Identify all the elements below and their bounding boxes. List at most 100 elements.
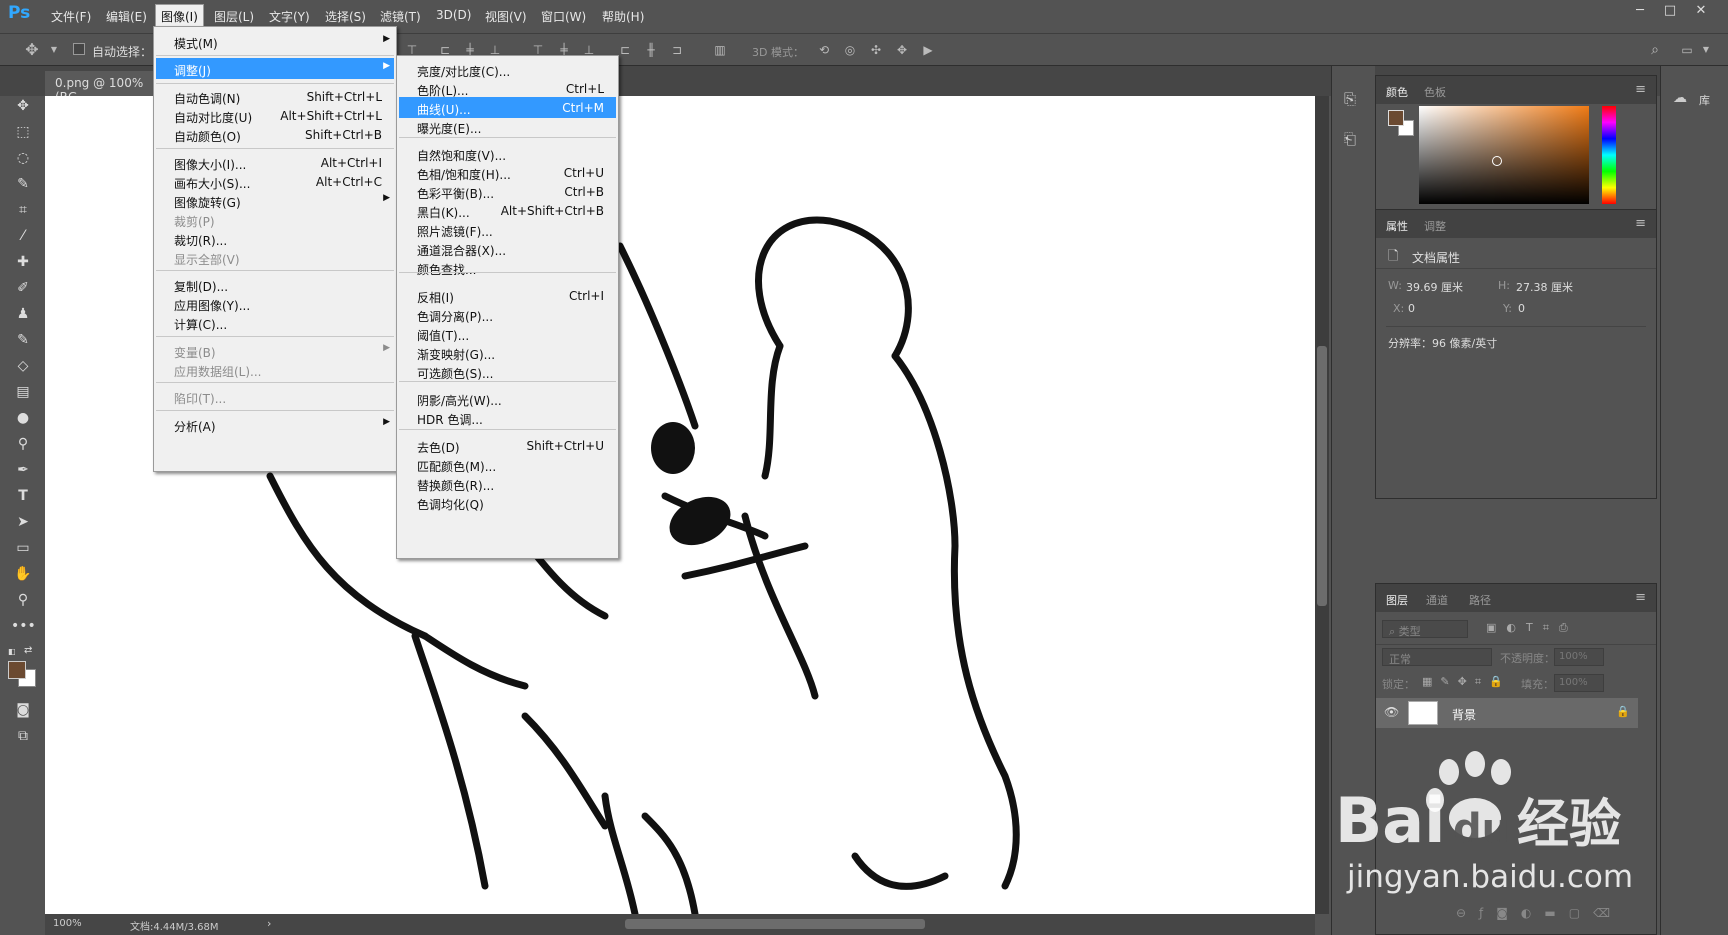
blur-icon[interactable]: ● [11,407,35,429]
adjust-menu-item[interactable]: 色彩平衡(B)... Ctrl+B [399,181,616,202]
adjust-menu-item[interactable]: 色调分离(P)... [399,304,616,325]
gradient-icon[interactable]: ▤ [11,381,35,403]
adjust-menu-item[interactable]: 通道混合器(X)... [399,238,616,259]
adjust-menu-item[interactable]: 替换颜色(R)... [399,473,616,494]
3d-rotate-icon[interactable]: ⟲ [816,42,832,58]
tab-swatches[interactable]: 色板 [1424,84,1446,100]
adjust-menu-item[interactable]: 色调均化(Q) [399,492,616,513]
image-menu-item[interactable]: 应用图像(Y)... [156,293,394,314]
x-value[interactable]: 0 [1408,302,1415,315]
image-menu-item[interactable]: 自动颜色(O) Shift+Ctrl+B [156,124,394,145]
opacity-input[interactable]: 100% [1554,648,1604,666]
adjust-menu-item[interactable]: 色相/饱和度(H)... Ctrl+U [399,162,616,183]
distribute-right-icon[interactable]: ⊐ [669,42,685,58]
tab-adjustments[interactable]: 调整 [1424,218,1446,234]
adjust-menu-item[interactable]: 阈值(T)... [399,323,616,344]
image-menu-item[interactable]: 模式(M) ▶ [156,31,394,52]
adjust-menu-item[interactable]: 去色(D) Shift+Ctrl+U [399,435,616,456]
zoom-level[interactable]: 100% [53,918,82,929]
eyedropper-icon[interactable]: ⁄ [11,225,35,247]
foreground-color-swatch[interactable] [8,661,26,679]
fg-swatch[interactable] [1388,110,1404,126]
menu-image[interactable]: 图像(I) [155,4,204,28]
panel-menu-icon[interactable]: ≡ [1635,216,1646,231]
type-icon[interactable]: T [11,485,35,507]
3d-roll-icon[interactable]: ◎ [842,42,858,58]
menu-type[interactable]: 文字(Y) [269,8,310,25]
adjust-menu-item[interactable]: HDR 色调... [399,407,616,428]
magic-wand-icon[interactable]: ✎ [11,173,35,195]
workspace-chevron-icon[interactable]: ▼ [1698,42,1714,58]
menu-select[interactable]: 选择(S) [325,8,366,25]
color-field[interactable] [1419,106,1589,204]
move-icon[interactable]: ✥ [11,95,35,117]
adjust-menu-item[interactable]: 亮度/对比度(C)... [399,59,616,80]
visibility-eye-icon[interactable]: 👁 [1384,705,1399,719]
adjust-menu-item[interactable]: 反相(I) Ctrl+I [399,285,616,306]
adjust-menu-item[interactable]: 阴影/高光(W)... [399,388,616,409]
image-menu-item[interactable]: 图像大小(I)... Alt+Ctrl+I [156,152,394,173]
adjust-menu-item[interactable]: 自然饱和度(V)... [399,143,616,164]
zoom-icon[interactable]: ⚲ [11,589,35,611]
menu-file[interactable]: 文件(F) [51,8,91,25]
3d-camera-icon[interactable]: ▶ [920,42,936,58]
layer-actions-icons[interactable]: ⊖ƒ◙◐▬▢⌫ [1456,906,1623,920]
distribute-hcenter-icon[interactable]: ╫ [643,42,659,58]
menu-3d[interactable]: 3D(D) [436,8,471,22]
tab-properties[interactable]: 属性 [1386,218,1408,234]
minimize-button[interactable]: ─ [1627,3,1653,21]
vertical-scroll-thumb[interactable] [1317,346,1327,606]
adjust-menu-item[interactable]: 渐变映射(G)... [399,342,616,363]
image-menu-item[interactable]: 画布大小(S)... Alt+Ctrl+C [156,171,394,192]
clone-stamp-icon[interactable]: ♟ [11,303,35,325]
image-menu-item[interactable]: 调整(J) ▶ [156,58,394,79]
layer-row[interactable]: 👁 背景 🔒 [1376,698,1638,728]
color-picker-cursor[interactable] [1492,156,1502,166]
status-arrow-icon[interactable]: › [267,917,271,930]
image-menu-item[interactable]: 分析(A) ▶ [156,414,394,435]
panel-menu-icon[interactable]: ≡ [1635,82,1646,97]
more-tools-icon[interactable]: ••• [11,615,36,637]
tab-layers[interactable]: 图层 [1386,592,1408,608]
distribute-left-icon[interactable]: ⊏ [617,42,633,58]
hue-slider[interactable] [1602,106,1616,204]
path-select-icon[interactable]: ➤ [11,511,35,533]
close-button[interactable]: ✕ [1688,3,1714,21]
quick-mask-icon[interactable]: ◙ [11,699,35,721]
rectangle-icon[interactable]: ▭ [11,537,35,559]
lasso-icon[interactable]: ◌ [11,147,35,169]
h-value[interactable]: 27.38 厘米 [1516,279,1573,295]
cloud-icon[interactable]: ☁ [1673,90,1687,106]
image-menu-item[interactable]: 图像旋转(G) ▶ [156,190,394,211]
screen-mode-icon[interactable]: ⧉ [11,725,35,747]
history-brush-icon[interactable]: ✎ [11,329,35,351]
adjust-menu-item[interactable]: 曝光度(E)... [399,116,616,137]
move-tool-icon[interactable]: ✥ [24,42,40,58]
3d-drag-icon[interactable]: ✣ [868,42,884,58]
layer-filter-icons[interactable]: ▣◐T⌗⎙ [1486,621,1578,635]
panel-menu-icon[interactable]: ≡ [1635,590,1646,605]
adjust-menu-item[interactable]: 匹配颜色(M)... [399,454,616,475]
tab-channels[interactable]: 通道 [1426,592,1448,608]
horizontal-scroll-thumb[interactable] [625,919,925,929]
image-menu-item[interactable]: 复制(D)... [156,274,394,295]
3d-slide-icon[interactable]: ✥ [894,42,910,58]
hand-icon[interactable]: ✋ [11,563,35,585]
menu-help[interactable]: 帮助(H) [602,8,644,25]
eraser-icon[interactable]: ◇ [11,355,35,377]
crop-icon[interactable]: ⌗ [11,199,35,221]
image-menu-item[interactable]: 计算(C)... [156,312,394,333]
menu-filter[interactable]: 滤镜(T) [380,8,421,25]
pen-icon[interactable]: ✒ [11,459,35,481]
lock-icons[interactable]: ▦✎✥⌗🔒 [1422,675,1511,689]
marquee-icon[interactable]: ⬚ [11,121,35,143]
restore-button[interactable]: □ [1657,3,1683,21]
layer-filter-select[interactable]: ⌕ 类型 [1382,620,1468,638]
history-icon[interactable]: ⎘ [1344,90,1356,108]
tab-paths[interactable]: 路径 [1469,592,1491,608]
menu-layer[interactable]: 图层(L) [214,8,254,25]
image-menu-item[interactable]: 裁切(R)... [156,228,394,249]
blend-mode-select[interactable]: 正常 [1382,648,1492,666]
y-value[interactable]: 0 [1518,302,1525,315]
adjust-menu-item[interactable]: 曲线(U)... Ctrl+M [399,97,616,118]
